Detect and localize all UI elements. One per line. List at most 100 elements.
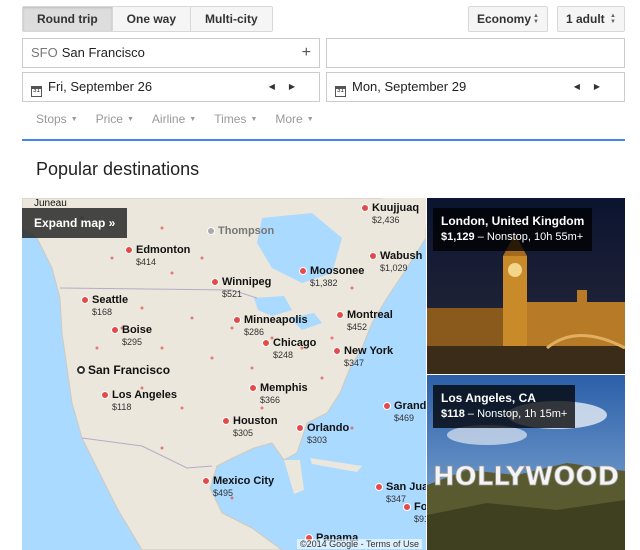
city-marker: [207, 227, 215, 235]
origin-field[interactable]: SFO San Francisco +: [22, 38, 320, 68]
map-city-edmonton[interactable]: Edmonton $414: [125, 244, 191, 268]
city-marker: [222, 417, 230, 425]
city-marker: [125, 246, 133, 254]
depart-date-field[interactable]: 31 Fri, September 26 ◀▶: [22, 72, 320, 102]
city-name: Moosonee: [310, 265, 365, 277]
prev-arrow-icon[interactable]: ◀: [269, 82, 289, 91]
map-city-kuujjuaq[interactable]: Kuujjuaq $2,436: [361, 202, 420, 226]
next-arrow-icon[interactable]: ▶: [594, 82, 614, 91]
london-caption: London, United Kingdom $1,129 – Nonstop,…: [433, 208, 593, 251]
filter-airline[interactable]: Airline ▼: [152, 112, 196, 126]
city-marker: [111, 326, 119, 334]
city-marker: [101, 391, 109, 399]
trip-type-selector: Round trip One way Multi-city: [22, 6, 273, 32]
filter-bar: Stops ▼ Price ▼ Airline ▼ Times ▼ More ▼: [36, 112, 314, 126]
city-name: Minneapolis: [244, 314, 308, 326]
filter-price[interactable]: Price ▼: [96, 112, 134, 126]
city-price: $452: [347, 322, 368, 332]
map-city-montreal[interactable]: Montreal $452: [336, 309, 393, 333]
map-city-seattle[interactable]: Seattle $168: [81, 294, 128, 318]
return-date-field[interactable]: 31 Mon, September 29 ◀▶: [326, 72, 625, 102]
city-name: Mexico City: [213, 475, 275, 487]
date-arrows[interactable]: ◀▶: [574, 73, 614, 101]
filter-label: Times: [214, 112, 247, 126]
map-city-boise[interactable]: Boise $295: [111, 324, 152, 348]
destination-field[interactable]: [326, 38, 625, 68]
city-name: Kuujjuaq: [372, 202, 420, 214]
filter-label: Price: [95, 112, 123, 126]
destination-card-london[interactable]: London, United Kingdom $1,129 – Nonstop,…: [427, 198, 625, 374]
city-name: New York: [344, 345, 394, 357]
card-flight-detail: – Nonstop, 10h 55m+: [474, 231, 584, 243]
city-marker: [296, 424, 304, 432]
section-title: Popular destinations: [36, 159, 200, 179]
city-name: Grand: [394, 400, 426, 412]
city-name: Winnipeg: [222, 276, 272, 288]
city-price: $295: [122, 337, 143, 347]
city-name: Memphis: [260, 382, 308, 394]
filter-times[interactable]: Times ▼: [214, 112, 257, 126]
divider: [22, 139, 625, 141]
city-price: $248: [273, 350, 294, 360]
map-city-winnipeg[interactable]: Winnipeg $521: [211, 276, 272, 300]
map-city-wabush[interactable]: Wabush $1,029: [369, 250, 422, 274]
map-city-fo[interactable]: Fo$91: [403, 501, 426, 525]
city-price: $1,382: [310, 278, 338, 288]
card-price: $118: [441, 408, 465, 420]
filter-label: Airline: [151, 112, 186, 126]
map-city-houston[interactable]: Houston $305: [222, 415, 278, 439]
expand-map-button[interactable]: Expand map »: [22, 208, 128, 238]
city-name: Montreal: [347, 309, 393, 321]
card-destination-name: London, United Kingdom: [441, 214, 585, 228]
caret-down-icon: ▼: [306, 116, 314, 123]
filter-more[interactable]: More ▼: [275, 112, 313, 126]
destination-card-los-angeles[interactable]: HOLLYWOOD Los Angeles, CA $118 – Nonstop…: [427, 375, 625, 550]
prev-arrow-icon[interactable]: ◀: [574, 82, 594, 91]
map-city-mexico-city[interactable]: Mexico City $495: [202, 475, 275, 499]
destinations-map[interactable]: Juneau Kuujjuaq $2,436 Thompson Edmonton $…: [22, 198, 426, 550]
city-price: $366: [260, 395, 281, 405]
map-city-grand[interactable]: Grand $469: [383, 400, 426, 424]
calendar-icon: 31: [31, 86, 42, 97]
passengers-select[interactable]: 1 adult ▲ ▼: [557, 6, 625, 32]
city-name: Fo: [414, 501, 426, 513]
map-city-memphis[interactable]: Memphis $366: [249, 382, 308, 406]
city-marker: [403, 503, 411, 511]
map-city-chicago[interactable]: Chicago $248: [262, 337, 316, 361]
city-name: San Francisco: [88, 363, 171, 377]
map-city-los-angeles[interactable]: Los Angeles $118: [101, 389, 177, 413]
city-marker: [361, 204, 369, 212]
return-date-value: Mon, September 29: [352, 79, 467, 94]
origin-name: San Francisco: [61, 45, 145, 60]
map-city-new-york[interactable]: New York $347: [333, 345, 394, 369]
map-city-thompson[interactable]: Thompson: [207, 225, 275, 237]
city-name: Thompson: [218, 225, 275, 237]
map-city-moosonee[interactable]: Moosonee $1,382: [299, 265, 365, 289]
map-copyright[interactable]: ©2014 Google - Terms of Use: [296, 539, 422, 549]
card-destination-name: Los Angeles, CA: [441, 391, 536, 405]
city-name: Boise: [122, 324, 152, 336]
city-price: $347: [344, 358, 365, 368]
city-marker: [333, 347, 341, 355]
cabin-class-select[interactable]: Economy ▲ ▼: [468, 6, 548, 32]
city-price: $305: [233, 428, 254, 438]
city-name: Edmonton: [136, 244, 191, 256]
map-origin-san-francisco[interactable]: San Francisco: [77, 363, 171, 377]
map-city-orlando[interactable]: Orlando $303: [296, 422, 350, 446]
calendar-icon: 31: [335, 86, 346, 97]
hollywood-sign: HOLLYWOOD: [433, 462, 619, 492]
city-price: $469: [394, 413, 415, 423]
city-name: San Jua: [386, 481, 426, 493]
date-arrows[interactable]: ◀▶: [269, 73, 309, 101]
city-price: $1,029: [380, 263, 408, 273]
next-arrow-icon[interactable]: ▶: [289, 82, 309, 91]
map-city-minneapolis[interactable]: Minneapolis $286: [233, 314, 308, 338]
round-trip-button[interactable]: Round trip: [23, 7, 113, 31]
add-origin-icon[interactable]: +: [302, 39, 311, 67]
multi-city-button[interactable]: Multi-city: [191, 7, 272, 31]
one-way-button[interactable]: One way: [113, 7, 192, 31]
filter-label: More: [275, 112, 303, 126]
filter-stops[interactable]: Stops ▼: [36, 112, 78, 126]
city-marker: [202, 477, 210, 485]
city-name: Orlando: [307, 422, 350, 434]
